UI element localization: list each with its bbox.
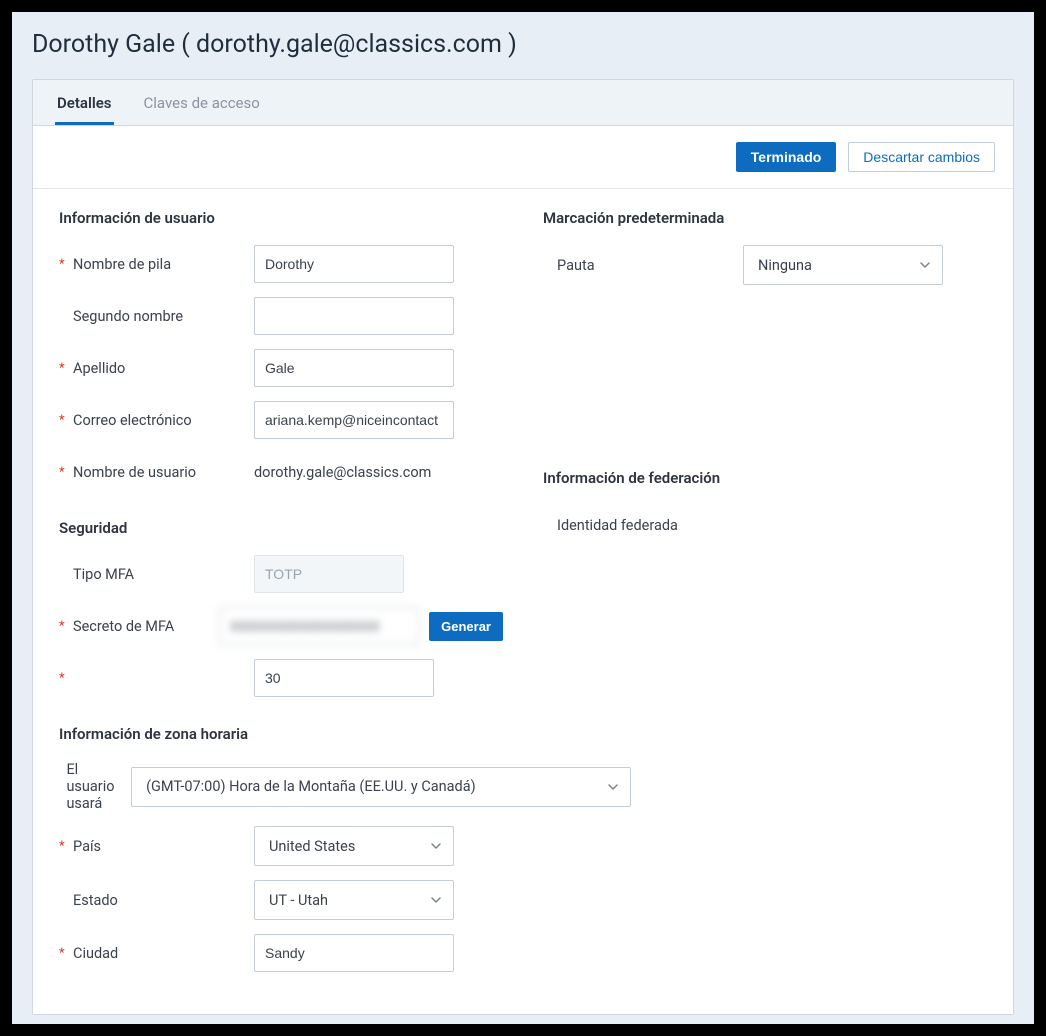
section-federation: Información de federación xyxy=(543,469,987,487)
row-country: * País United States xyxy=(59,826,503,866)
timezone-select[interactable]: (GMT-07:00) Hora de la Montaña (EE.UU. y… xyxy=(131,767,631,807)
row-city: * Ciudad xyxy=(59,934,503,972)
last-name-input[interactable] xyxy=(254,349,454,387)
section-user-info: Información de usuario xyxy=(59,209,503,227)
label-first-name: Nombre de pila xyxy=(73,256,171,273)
tab-bar: Detalles Claves de acceso xyxy=(33,80,1013,126)
label-mfa-secret: Secreto de MFA xyxy=(73,618,174,635)
label-mfa-type: Tipo MFA xyxy=(73,566,134,583)
required-marker: * xyxy=(59,465,67,480)
row-state: Estado UT - Utah xyxy=(59,880,503,920)
required-marker: * xyxy=(59,361,67,376)
row-first-name: * Nombre de pila xyxy=(59,245,503,283)
state-value: UT - Utah xyxy=(269,892,328,909)
app-frame: Dorothy Gale ( dorothy.gale@classics.com… xyxy=(12,12,1034,1024)
state-select[interactable]: UT - Utah xyxy=(254,880,454,920)
section-security: Seguridad xyxy=(59,519,503,537)
label-middle-name: Segundo nombre xyxy=(73,308,183,325)
row-email: * Correo electrónico xyxy=(59,401,503,439)
page-title: Dorothy Gale ( dorothy.gale@classics.com… xyxy=(32,30,1014,59)
label-username: Nombre de usuario xyxy=(73,464,196,481)
form-area: Información de usuario * Nombre de pila xyxy=(33,189,1013,1014)
content-area: Terminado Descartar cambios Información … xyxy=(33,126,1013,1014)
label-user-will-use: El usuario usará xyxy=(66,761,121,812)
row-pattern: Pauta Ninguna xyxy=(543,245,987,285)
required-marker: * xyxy=(59,619,67,634)
generate-button[interactable]: Generar xyxy=(429,612,503,641)
pattern-value: Ninguna xyxy=(758,257,812,274)
row-last-name: * Apellido xyxy=(59,349,503,387)
label-state: Estado xyxy=(73,892,118,909)
row-middle-name: Segundo nombre xyxy=(59,297,503,335)
first-name-input[interactable] xyxy=(254,245,454,283)
country-value: United States xyxy=(269,838,355,855)
row-username: * Nombre de usuario dorothy.gale@classic… xyxy=(59,453,503,491)
row-user-will-use: El usuario usará (GMT-07:00) Hora de la … xyxy=(59,761,503,812)
email-input[interactable] xyxy=(254,401,454,439)
required-marker: * xyxy=(59,257,67,272)
label-pattern: Pauta xyxy=(543,257,743,274)
discard-button[interactable]: Descartar cambios xyxy=(848,142,995,172)
right-column: Marcación predeterminada Pauta Ninguna xyxy=(543,209,987,986)
tab-access-keys[interactable]: Claves de acceso xyxy=(142,80,262,125)
label-city: Ciudad xyxy=(73,945,118,962)
action-bar: Terminado Descartar cambios xyxy=(33,126,1013,189)
required-marker: * xyxy=(59,839,67,854)
label-email: Correo electrónico xyxy=(73,412,192,429)
tab-details[interactable]: Detalles xyxy=(55,80,114,125)
done-button[interactable]: Terminado xyxy=(736,142,837,172)
required-marker: * xyxy=(59,671,67,686)
city-input[interactable] xyxy=(254,934,454,972)
mfa-secret-input[interactable] xyxy=(219,607,419,645)
label-country: País xyxy=(73,838,101,855)
left-column: Información de usuario * Nombre de pila xyxy=(59,209,503,986)
mfa-type-input xyxy=(254,555,404,593)
pattern-select[interactable]: Ninguna xyxy=(743,245,943,285)
section-default-dial: Marcación predeterminada xyxy=(543,209,987,227)
row-mfa-secret: * Secreto de MFA Generar xyxy=(59,607,503,645)
mfa-interval-input[interactable] xyxy=(254,659,434,697)
required-marker: * xyxy=(59,946,67,961)
row-mfa-interval: * xyxy=(59,659,503,697)
label-last-name: Apellido xyxy=(73,360,125,377)
timezone-value: (GMT-07:00) Hora de la Montaña (EE.UU. y… xyxy=(146,778,476,795)
main-card: Detalles Claves de acceso Terminado Desc… xyxy=(32,79,1014,1015)
row-federated-identity: Identidad federada xyxy=(543,505,987,545)
middle-name-input[interactable] xyxy=(254,297,454,335)
section-timezone: Información de zona horaria xyxy=(59,725,503,743)
label-federated-identity: Identidad federada xyxy=(543,517,743,534)
row-mfa-type: Tipo MFA xyxy=(59,555,503,593)
country-select[interactable]: United States xyxy=(254,826,454,866)
username-value: dorothy.gale@classics.com xyxy=(254,456,431,489)
required-marker: * xyxy=(59,413,67,428)
